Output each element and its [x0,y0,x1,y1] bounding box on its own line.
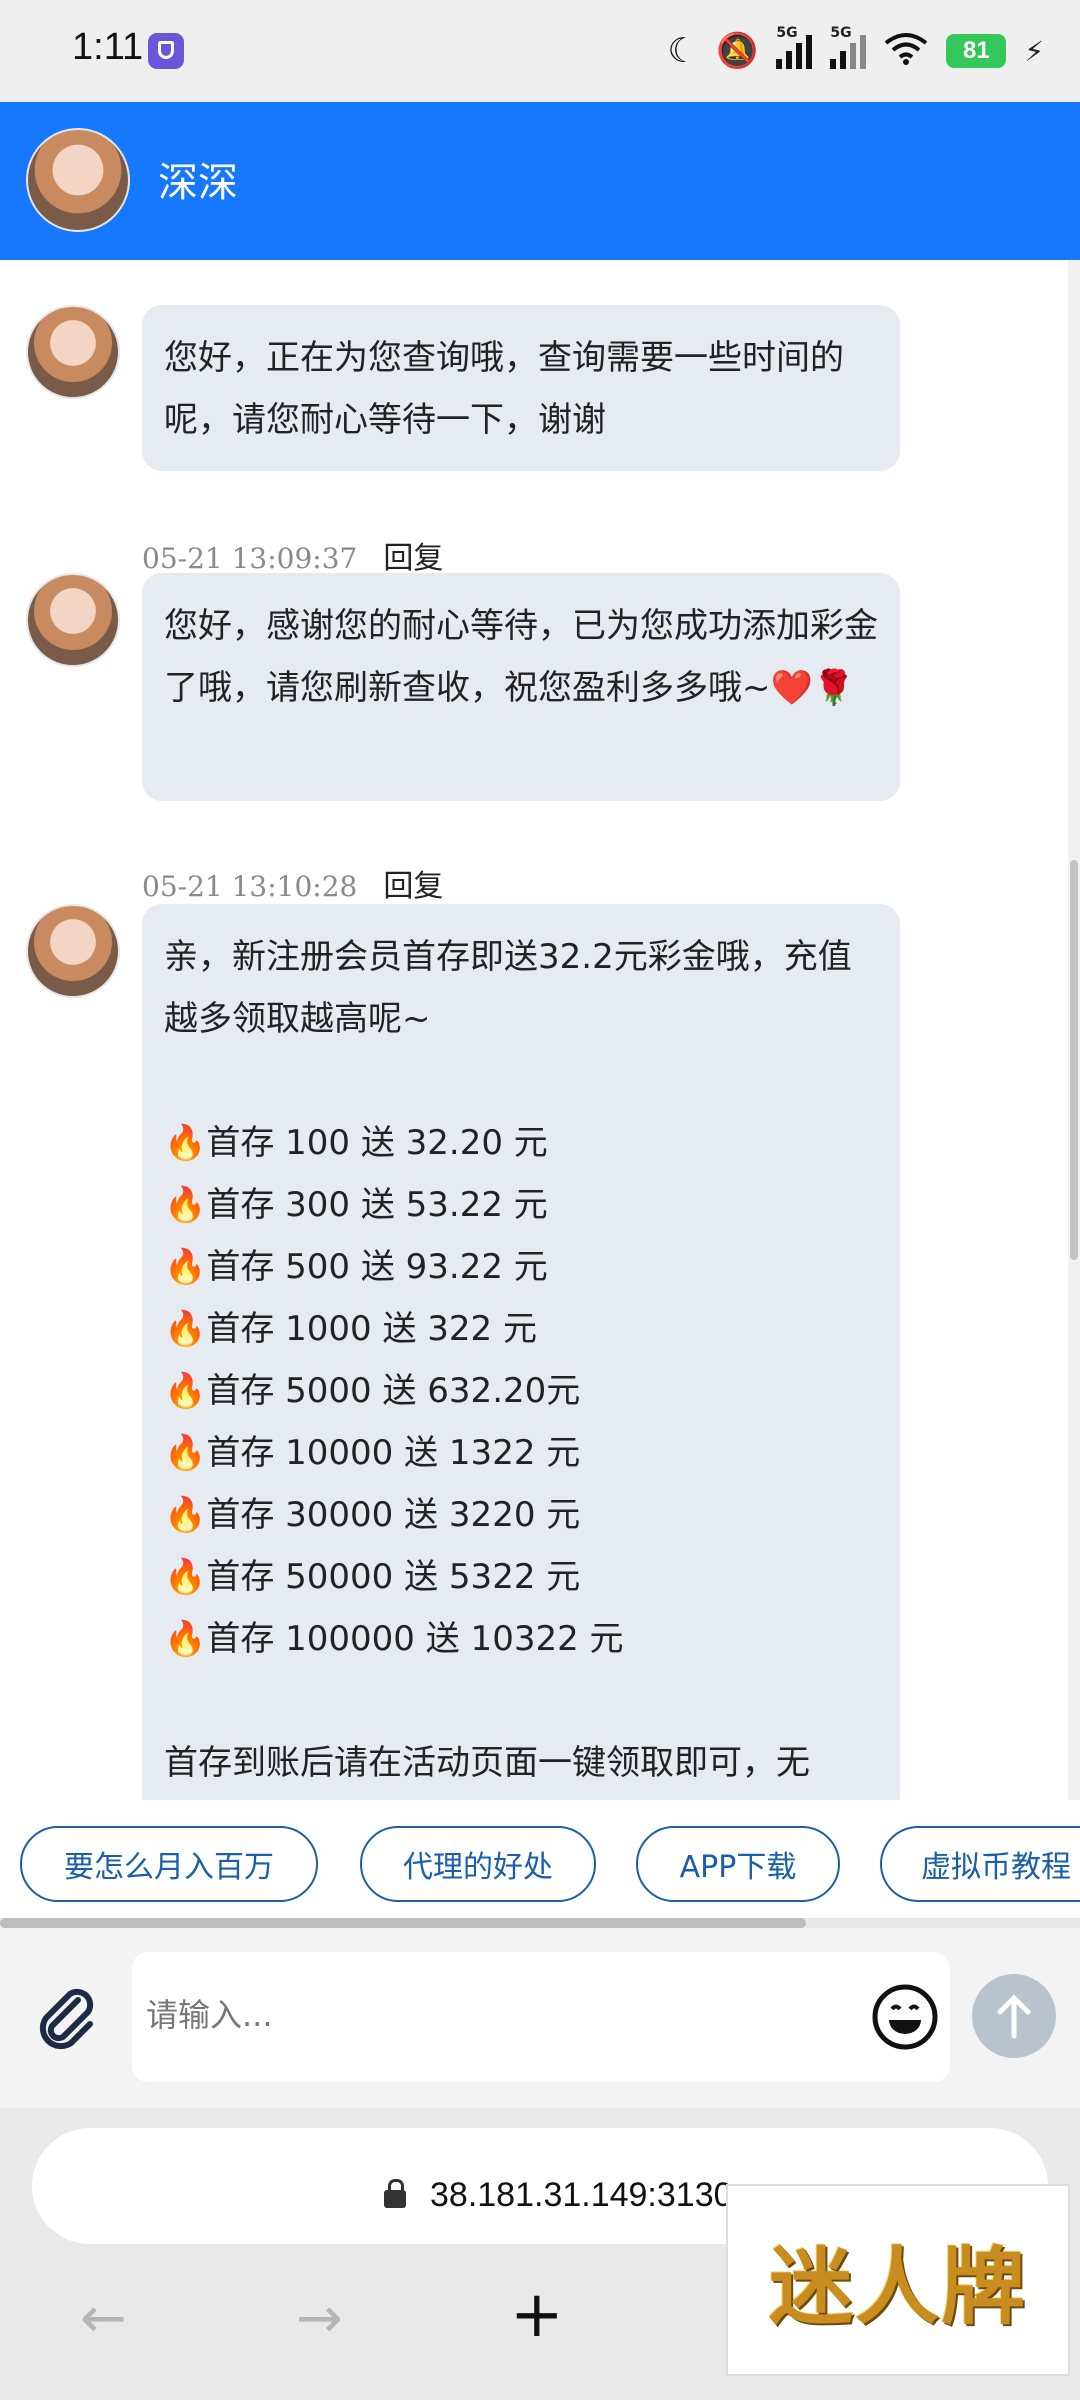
forward-icon[interactable]: → [296,2286,343,2351]
quick-reply-chip[interactable]: 要怎么月入百万 [20,1826,318,1902]
url-text: 38.181.31.149:3130 [430,2176,733,2214]
promo-line: 🔥首存 100000 送 10322 元 [164,1619,624,1659]
promo-line: 🔥首存 500 送 93.22 元 [164,1247,548,1287]
attach-icon[interactable] [32,1982,102,2052]
message-bubble: 亲，新注册会员首存即送32.2元彩金哦，充值越多领取越高呢~ 🔥首存 100 送… [142,904,900,1800]
avatar [26,305,120,399]
send-button[interactable] [972,1974,1056,2058]
fire-icon: 🔥 [164,1309,207,1349]
avatar [26,573,120,667]
message-time: 05-21 13:09:37 [142,542,358,575]
fire-icon: 🔥 [164,1619,207,1659]
message-bubble: 您好，正在为您查询哦，查询需要一些时间的呢，请您耐心等待一下，谢谢 [142,305,900,471]
promo-line: 🔥首存 30000 送 3220 元 [164,1495,581,1535]
emoji-icon[interactable] [870,1982,940,2052]
quick-reply-chip[interactable]: 代理的好处 [360,1826,596,1902]
battery-icon: 81 [946,34,1007,68]
watermark-text: 迷人牌 [768,2236,1027,2336]
quick-replies: 要怎么月入百万 代理的好处 APP下载 虚拟币教程 [0,1800,1080,1920]
promo-line: 🔥首存 1000 送 322 元 [164,1309,537,1349]
moon-icon: ☾ [667,31,698,71]
fire-icon: 🔥 [164,1495,207,1535]
quick-reply-chip[interactable]: 虚拟币教程 [880,1826,1080,1902]
message-meta: 05-21 13:10:28 回复 [142,861,443,905]
message-time: 05-21 13:10:28 [142,870,358,903]
input-bar: 请输入... [0,1928,1080,2108]
quick-reply-chip[interactable]: APP下载 [636,1826,840,1902]
reply-link[interactable]: 回复 [383,869,443,904]
status-time: 1:11 [72,26,144,68]
agent-avatar[interactable] [26,128,130,232]
promo-line: 🔥首存 5000 送 632.20元 [164,1371,581,1411]
promo-line: 🔥首存 300 送 53.22 元 [164,1185,548,1225]
horizontal-scrollbar[interactable] [0,1918,1080,1928]
promo-intro: 亲，新注册会员首存即送32.2元彩金哦，充值越多领取越高呢~ [164,937,852,1039]
message-meta: 05-21 13:09:37 回复 [142,533,443,577]
wifi-icon [884,31,928,71]
horizontal-scrollbar-thumb[interactable] [0,1918,806,1928]
fire-icon: 🔥 [164,1557,207,1597]
fire-icon: 🔥 [164,1371,207,1411]
charging-icon: ⚡ [1024,34,1044,68]
lock-icon [384,2179,406,2208]
signal-5g-icon: 5G [830,25,867,69]
fire-icon: 🔥 [164,1123,207,1163]
message-input-placeholder: 请输入... [146,1996,273,2034]
status-bar: 1:11 ☾ 🔕 5G 5G 81 ⚡ [0,0,1080,102]
fire-icon: 🔥 [164,1247,207,1287]
watermark-logo: 迷人牌 [726,2184,1070,2376]
avatar [26,904,120,998]
promo-line: 🔥首存 10000 送 1322 元 [164,1433,581,1473]
scrollbar[interactable] [1068,260,1080,1800]
back-icon[interactable]: ← [80,2286,127,2351]
new-tab-icon[interactable]: + [510,2278,564,2352]
message-list[interactable]: 您好，正在为您查询哦，查询需要一些时间的呢，请您耐心等待一下，谢谢 05-21 … [0,260,1080,1800]
promo-line: 🔥首存 100 送 32.20 元 [164,1123,548,1163]
chat-header: 深深 [0,102,1080,260]
promo-line: 🔥首存 50000 送 5322 元 [164,1557,581,1597]
signal-5g-icon: 5G [776,25,813,69]
promo-footer: 首存到账后请在活动页面一键领取即可，无 [164,1743,810,1783]
fire-icon: 🔥 [164,1185,207,1225]
vpn-shield-icon [148,33,184,69]
mute-icon: 🔕 [715,31,759,71]
status-icons: ☾ 🔕 5G 5G 81 ⚡ [667,25,1044,74]
scrollbar-thumb[interactable] [1070,860,1078,1260]
fire-icon: 🔥 [164,1433,207,1473]
agent-name: 深深 [158,160,238,206]
reply-link[interactable]: 回复 [383,541,443,576]
message-bubble: 您好，感谢您的耐心等待，已为您成功添加彩金了哦，请您刷新查收，祝您盈利多多哦~❤… [142,573,900,801]
